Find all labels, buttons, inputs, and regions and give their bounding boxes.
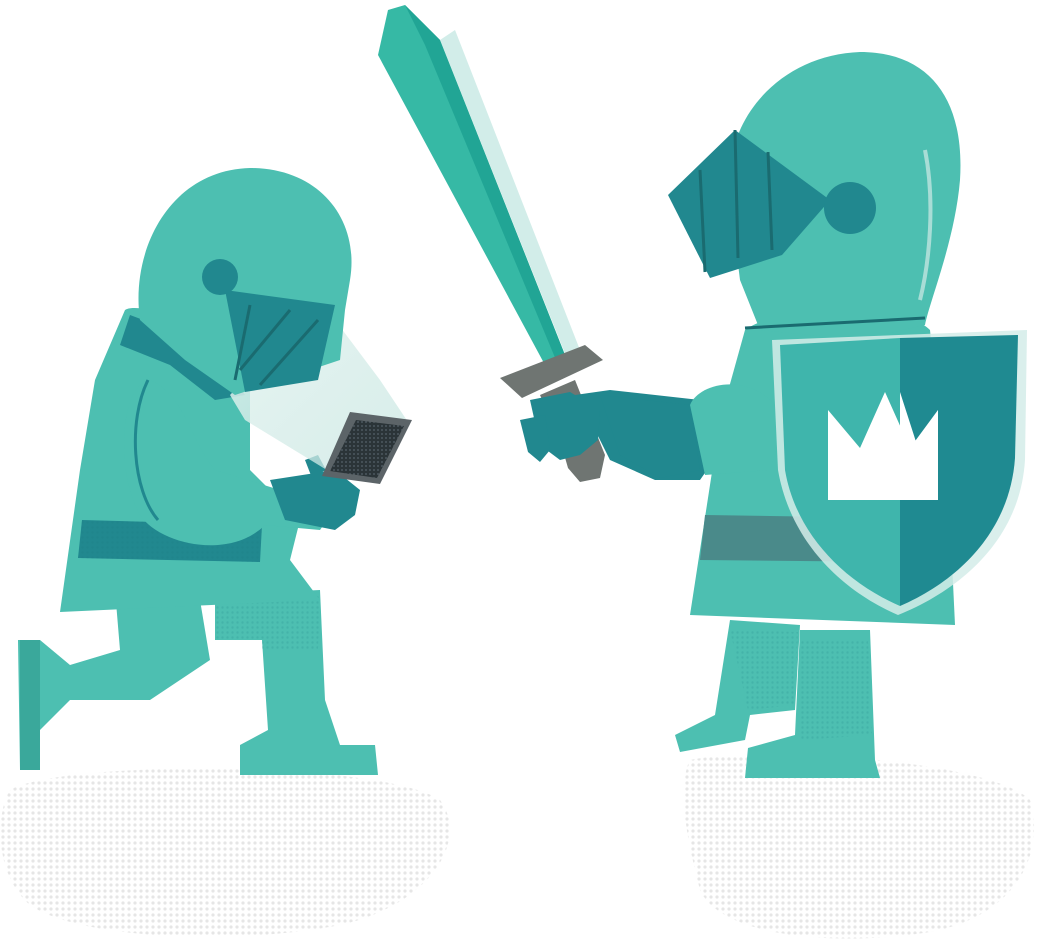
knight-with-phone bbox=[18, 168, 412, 775]
knight-with-shield bbox=[520, 52, 1027, 778]
ground-shadow-left bbox=[0, 768, 450, 937]
knights-illustration bbox=[0, 5, 1035, 939]
back-leg bbox=[18, 590, 210, 770]
ground-shadow-right bbox=[683, 754, 1035, 939]
